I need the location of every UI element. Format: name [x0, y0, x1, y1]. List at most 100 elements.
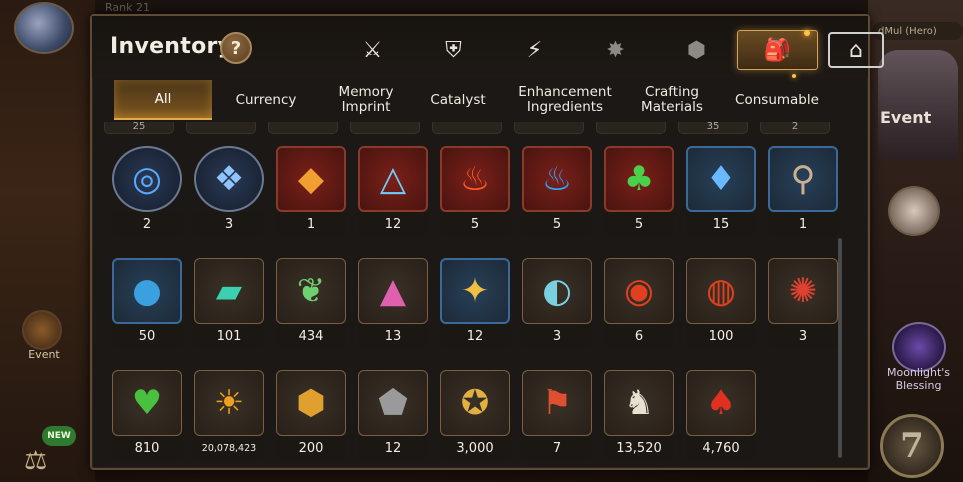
red-seal-icon: ✺	[788, 271, 818, 311]
item-frame: ♨	[522, 146, 592, 212]
background-top-bar: Rank 21	[95, 0, 868, 14]
water-catalyst-icon: ♨	[541, 159, 573, 199]
item-count: 810	[112, 436, 182, 460]
green-crystal-icon: ▰	[215, 271, 243, 311]
moonlight-blessing-icon[interactable]	[892, 322, 946, 372]
item-frame: ♦	[686, 146, 756, 212]
sword-banner-icon: ⚑	[541, 383, 573, 423]
inventory-item[interactable]: ⬢ 200	[276, 370, 346, 462]
item-frame: ✪	[440, 370, 510, 436]
spirit-category-button[interactable]: ✸	[575, 30, 656, 70]
storage-category-button[interactable]: ⌂	[828, 32, 884, 68]
inventory-item[interactable]: ◆ 1	[276, 146, 346, 238]
equipment-category-button[interactable]: ⚔	[332, 30, 413, 70]
item-frame: ◉	[604, 258, 674, 324]
inventory-item[interactable]: ❦ 434	[276, 258, 346, 350]
item-count: 50	[112, 324, 182, 348]
inventory-item[interactable]: ◍ 100	[686, 258, 756, 350]
inventory-item[interactable]: ▰ 101	[194, 258, 264, 350]
item-frame: ☀	[194, 370, 264, 436]
inventory-item[interactable]: ☀ 20,078,423	[194, 370, 264, 462]
item-count: 3,000	[440, 436, 510, 460]
inventory-item[interactable]: ♦ 15	[686, 146, 756, 238]
item-count: 3	[194, 212, 264, 236]
tab-all[interactable]: All	[114, 80, 212, 120]
item-frame: ▲	[358, 258, 428, 324]
inventory-item[interactable]: ◎ 2	[112, 146, 182, 238]
inventory-item[interactable]: ❖ 3	[194, 146, 264, 238]
tab-memory-imprint[interactable]: Memory Imprint	[320, 80, 412, 120]
inventory-item[interactable]: ⬟ 12	[358, 370, 428, 462]
seven-emblem-icon[interactable]: 7	[880, 414, 944, 478]
chibi-avatar[interactable]	[888, 186, 940, 236]
partial-item-count	[186, 122, 256, 134]
event-character-figure[interactable]	[878, 50, 958, 160]
inventory-item[interactable]: ◐ 3	[522, 258, 592, 350]
item-count: 13	[358, 324, 428, 348]
inventory-item[interactable]: ● 50	[112, 258, 182, 350]
lightning-category-button[interactable]: ⚡	[494, 30, 575, 70]
inventory-item[interactable]: ⚲ 1	[768, 146, 838, 238]
cube-category-button[interactable]: ⬢	[656, 30, 737, 70]
item-frame: ⬟	[358, 370, 428, 436]
tab-consumable[interactable]: Consumable	[718, 80, 836, 120]
inventory-item[interactable]: △ 12	[358, 146, 428, 238]
new-badge: NEW	[42, 426, 76, 446]
item-frame: ❦	[276, 258, 346, 324]
red-band-icon: ◍	[706, 271, 736, 311]
inventory-item[interactable]: ♨ 5	[440, 146, 510, 238]
tab-crafting-materials[interactable]: Crafting Materials	[626, 80, 718, 120]
inventory-item[interactable]: ◉ 6	[604, 258, 674, 350]
item-frame: ▰	[194, 258, 264, 324]
item-count: 12	[440, 324, 510, 348]
lightning-icon: ⚡	[526, 37, 543, 63]
item-count: 101	[194, 324, 264, 348]
hero-portrait[interactable]	[14, 2, 74, 54]
item-frame: ◆	[276, 146, 346, 212]
sparkle-icon	[804, 30, 810, 36]
partial-item-row: 25 35 2	[104, 122, 844, 138]
event-bell-icon[interactable]	[22, 310, 62, 350]
sparkle-icon	[792, 74, 796, 78]
item-row: ● 50 ▰ 101 ❦ 434 ▲ 13 ✦ 12 ◐ 3 ◉ 6 ◍ 100 ✺ 3	[104, 258, 844, 354]
item-frame: ♞	[604, 370, 674, 436]
equipment-icon: ⚔	[362, 37, 383, 63]
inventory-item[interactable]: ✪ 3,000	[440, 370, 510, 462]
inventory-item[interactable]: ♠ 4,760	[686, 370, 756, 462]
background-left-panel	[0, 0, 95, 482]
help-button[interactable]: ?	[220, 32, 252, 64]
item-frame: △	[358, 146, 428, 212]
moonlight-blessing-label: Moonlight's Blessing	[886, 366, 951, 392]
artifact-category-button[interactable]: ⛨	[413, 30, 494, 70]
tab-catalyst[interactable]: Catalyst	[412, 80, 504, 120]
inventory-item[interactable]: ♣ 5	[604, 146, 674, 238]
backpack-category-button[interactable]: 🎒	[737, 30, 818, 70]
scroll-orb-icon: ◐	[542, 271, 572, 311]
item-count: 5	[604, 212, 674, 236]
inventory-item[interactable]: ▲ 13	[358, 258, 428, 350]
scale-icon[interactable]: ⚖	[24, 446, 47, 476]
leaf-icon: ❦	[296, 271, 326, 311]
grid-scrollbar[interactable]	[838, 238, 842, 458]
star-charm-icon: ✦	[460, 271, 490, 311]
spirit-icon: ✸	[606, 37, 625, 63]
item-frame: ⚲	[768, 146, 838, 212]
water-orb-icon: ●	[132, 271, 162, 311]
inventory-item[interactable]: ♞ 13,520	[604, 370, 674, 462]
tab-enhancement-ingredients[interactable]: Enhancement Ingredients	[504, 80, 626, 120]
inventory-item[interactable]: ✦ 12	[440, 258, 510, 350]
inventory-item[interactable]: ♥ 810	[112, 370, 182, 462]
inventory-item[interactable]: ✺ 3	[768, 258, 838, 350]
item-count: 20,078,423	[194, 436, 264, 460]
item-frame: ❖	[194, 146, 264, 212]
inventory-item[interactable]: ⚑ 7	[522, 370, 592, 462]
cube-icon: ⬢	[686, 37, 707, 63]
triangle-rune-icon: △	[379, 159, 407, 199]
item-frame: ⬢	[276, 370, 346, 436]
item-frame: ◎	[112, 146, 182, 212]
tab-currency[interactable]: Currency	[212, 80, 320, 120]
item-count: 1	[276, 212, 346, 236]
item-frame: ⚑	[522, 370, 592, 436]
inventory-item[interactable]: ♨ 5	[522, 146, 592, 238]
rank-text: Rank 21	[105, 0, 150, 14]
